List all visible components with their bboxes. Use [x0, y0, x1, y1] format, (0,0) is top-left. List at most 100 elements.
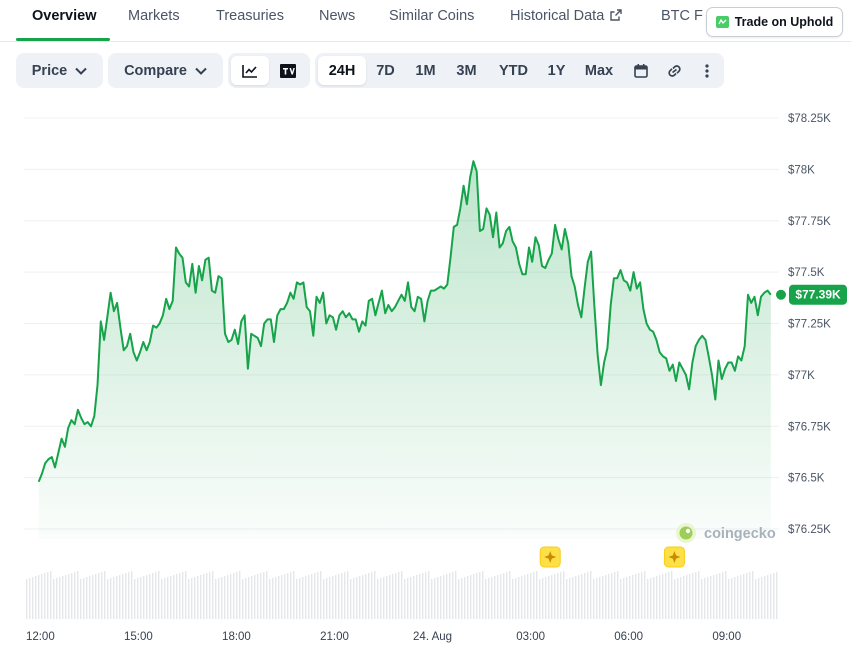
volume-bar [410, 577, 412, 619]
range-ytd-button[interactable]: YTD [487, 56, 540, 85]
volume-bar [248, 577, 250, 619]
volume-bar [542, 578, 544, 619]
volume-bar [743, 574, 745, 619]
tab-markets[interactable]: Markets [128, 8, 180, 24]
volume-bar [728, 579, 730, 619]
volume-bar [221, 577, 223, 619]
more-options-button[interactable] [692, 56, 722, 85]
volume-bar [131, 571, 133, 619]
volume-bar [272, 578, 274, 619]
volume-bar [611, 573, 613, 619]
volume-bar [71, 573, 73, 619]
current-price-dot [776, 289, 786, 300]
volume-bar [32, 577, 34, 619]
event-marker[interactable] [663, 546, 685, 568]
volume-bar [587, 572, 589, 619]
volume-bar [218, 578, 220, 619]
x-tick-label: 18:00 [222, 631, 251, 643]
volume-bar [320, 571, 322, 619]
volume-bar [590, 571, 592, 619]
volume-bar [713, 575, 715, 619]
volume-bar [146, 575, 148, 619]
trade-on-uphold-button[interactable]: Trade on Uphold [706, 7, 843, 37]
volume-bar [200, 575, 202, 619]
volume-bar [299, 578, 301, 619]
share-link-button[interactable] [657, 56, 692, 85]
volume-bar [152, 573, 154, 619]
volume-bar [317, 572, 319, 619]
volume-bar [122, 574, 124, 619]
tab-treasuries[interactable]: Treasuries [216, 8, 284, 24]
volume-bar [329, 577, 331, 619]
tab-btc-futures[interactable]: BTC F [661, 8, 703, 24]
volume-bar [362, 575, 364, 619]
external-link-icon [610, 9, 622, 21]
price-chart[interactable]: $78.25K $78K $77.75K $77.5K $77.25K $77K $76.7… [0, 95, 851, 649]
volume-bar [107, 579, 109, 619]
volume-bar [416, 575, 418, 619]
x-tick-label: 09:00 [712, 631, 741, 643]
volume-bar [461, 578, 463, 619]
volume-bar [341, 573, 343, 619]
volume-bar [38, 575, 40, 619]
volume-bar [458, 579, 460, 619]
volume-bar [524, 575, 526, 619]
compare-dropdown[interactable]: Compare [108, 53, 223, 88]
tab-historical-data-label: Historical Data [510, 8, 605, 24]
line-chart-button[interactable] [231, 56, 269, 85]
event-markers[interactable] [539, 546, 685, 568]
range-max-button[interactable]: Max [573, 56, 625, 85]
range-3m-button[interactable]: 3M [446, 56, 487, 85]
volume-bar [566, 579, 568, 619]
volume-bar [455, 571, 457, 619]
volume-bar [770, 574, 772, 619]
volume-bar [161, 579, 163, 619]
volume-bar [608, 574, 610, 619]
volume-bar [773, 573, 775, 619]
volume-bar [83, 578, 85, 619]
tab-news[interactable]: News [319, 8, 355, 24]
volume-bar [434, 578, 436, 619]
volume-bar [170, 576, 172, 619]
volume-bar [197, 576, 199, 619]
volume-bar [530, 573, 532, 619]
range-1y-button[interactable]: 1Y [540, 56, 573, 85]
volume-bar [398, 572, 400, 619]
tab-similar-coins[interactable]: Similar Coins [389, 8, 474, 24]
y-tick-label: $78.25K [788, 113, 831, 125]
x-tick-label: 06:00 [614, 631, 643, 643]
volume-bar [632, 575, 634, 619]
volume-bar [617, 571, 619, 619]
active-tab-indicator [16, 38, 110, 41]
event-marker[interactable] [539, 546, 561, 568]
chart-type-group [228, 53, 310, 88]
calendar-icon [634, 63, 648, 78]
tab-historical-data[interactable]: Historical Data [510, 8, 622, 24]
x-tick-label: 21:00 [320, 631, 349, 643]
volume-bar [119, 575, 121, 619]
volume-bar [668, 572, 670, 619]
calendar-button[interactable] [625, 56, 657, 85]
volume-bar [371, 572, 373, 619]
range-group: 24H 7D 1M 3M YTD 1Y Max [315, 53, 724, 88]
volume-bar [719, 573, 721, 619]
volume-bar [653, 577, 655, 619]
tradingview-button[interactable] [269, 56, 307, 85]
volume-bar [356, 577, 358, 619]
price-area-fill [38, 161, 771, 539]
volume-bar [326, 578, 328, 619]
range-1m-button[interactable]: 1M [405, 56, 446, 85]
volume-bar [281, 575, 283, 619]
volume-bar [485, 579, 487, 619]
volume-bar [134, 579, 136, 619]
range-24h-button[interactable]: 24H [318, 56, 366, 85]
volume-bar [437, 577, 439, 619]
tab-overview[interactable]: Overview [32, 8, 97, 24]
volume-bar [425, 572, 427, 619]
volume-bar [266, 571, 268, 619]
volume-bar [440, 576, 442, 619]
price-dropdown[interactable]: Price [16, 53, 103, 88]
volume-bar [509, 571, 511, 619]
range-7d-button[interactable]: 7D [366, 56, 405, 85]
volume-bar [56, 578, 58, 619]
